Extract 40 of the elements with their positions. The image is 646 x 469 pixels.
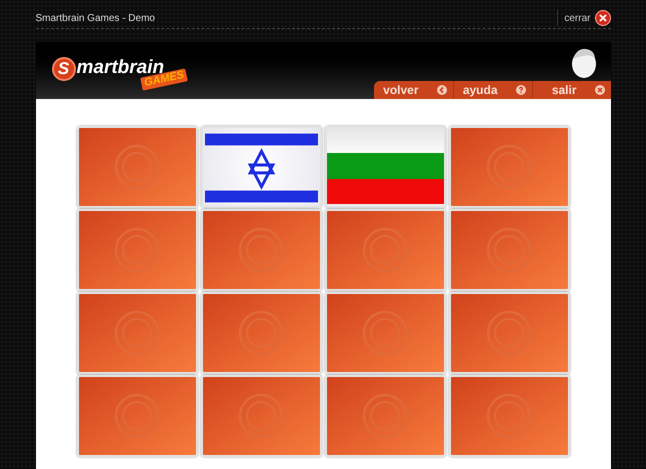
help-icon [516, 85, 526, 95]
close-button[interactable] [594, 10, 610, 26]
card-back[interactable] [448, 292, 570, 374]
menu-button[interactable]: volver [374, 81, 452, 99]
logo-emblem-icon [486, 393, 532, 439]
card-back[interactable] [324, 375, 446, 457]
logo-emblem-icon [486, 144, 532, 190]
card-back[interactable] [448, 126, 570, 208]
back-arrow-icon [436, 85, 446, 95]
logo-emblem-icon [114, 310, 160, 356]
logo-emblem-icon [114, 393, 160, 439]
logo-emblem-icon [238, 393, 284, 439]
card-back[interactable] [448, 375, 570, 457]
close-icon [594, 85, 604, 95]
card-back[interactable] [200, 209, 322, 291]
card[interactable] [324, 126, 446, 208]
logo-emblem-icon [486, 227, 532, 273]
logo-emblem-icon [362, 227, 408, 273]
logo-initial: S [52, 56, 76, 80]
card-back[interactable] [448, 209, 570, 291]
card-back[interactable] [200, 292, 322, 374]
card-back[interactable] [76, 209, 198, 291]
logo-emblem-icon [114, 144, 160, 190]
logo-emblem-icon [238, 310, 284, 356]
card-back[interactable] [200, 375, 322, 457]
logo-emblem-icon [486, 310, 532, 356]
close-label: cerrar [564, 12, 590, 26]
bulgaria-flag-icon [326, 153, 444, 204]
close-icon [598, 14, 606, 22]
card-back[interactable] [76, 375, 198, 457]
card-back[interactable] [76, 126, 198, 208]
logo-emblem-icon [362, 393, 408, 439]
card-back[interactable] [324, 292, 446, 374]
card-back[interactable] [76, 292, 198, 374]
logo-emblem-icon [238, 227, 284, 273]
logo-emblem-icon [362, 310, 408, 356]
window-title: Smartbrain Games - Demo [36, 12, 155, 26]
logo-emblem-icon [114, 227, 160, 273]
card[interactable] [200, 126, 322, 208]
card-back[interactable] [324, 209, 446, 291]
